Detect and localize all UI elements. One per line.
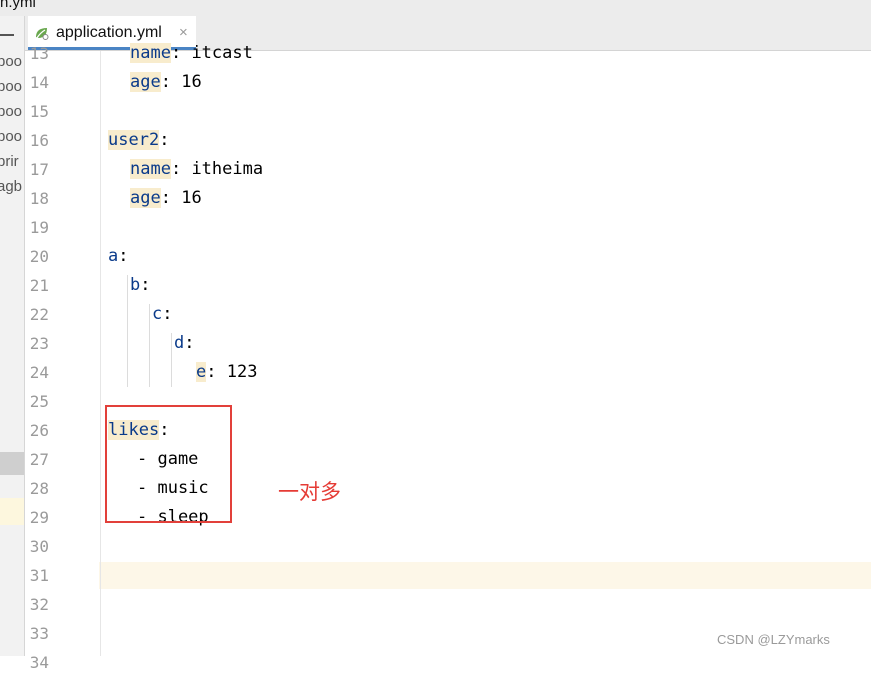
project-item[interactable]: boo <box>0 128 22 145</box>
yaml-line[interactable]: name: itcast <box>130 39 253 68</box>
line-number: 13 <box>29 44 49 63</box>
project-selected-row[interactable] <box>0 452 24 475</box>
line-number: 14 <box>29 73 49 92</box>
yaml-key: age <box>130 188 161 208</box>
line-number: 22 <box>29 305 49 324</box>
line-number: 20 <box>29 247 49 266</box>
line-number: 15 <box>29 102 49 121</box>
line-number: 16 <box>29 131 49 150</box>
yaml-colon: : <box>160 188 171 208</box>
line-number: 18 <box>29 189 49 208</box>
line-number-gutter[interactable]: 13 14 15 16 17 18 19 20 21 22 23 24 25 26 27 28 29 30 31 32… <box>25 44 128 672</box>
code-editor[interactable]: name: itcast age: 16 user2: name: itheima ag… <box>101 43 871 656</box>
line-number: 32 <box>29 595 49 614</box>
yaml-key: b <box>130 275 141 295</box>
yaml-line[interactable]: d: <box>174 329 195 358</box>
current-line-highlight <box>99 562 100 589</box>
window-title-strip: n.yml <box>0 0 871 16</box>
yaml-value: 16 <box>170 72 202 92</box>
yaml-key: user2 <box>108 130 160 150</box>
yaml-line[interactable]: user2: <box>108 126 169 155</box>
yaml-key: e <box>196 362 207 382</box>
line-number: 19 <box>29 218 49 237</box>
yaml-line[interactable]: name: itheima <box>130 155 263 184</box>
line-number: 34 <box>29 653 49 672</box>
indent-guide <box>127 275 128 387</box>
line-number: 26 <box>29 421 49 440</box>
yaml-line[interactable]: c: <box>152 300 173 329</box>
yaml-line[interactable]: e: 123 <box>196 358 257 387</box>
project-item[interactable]: boo <box>0 53 22 70</box>
yaml-key: age <box>130 72 161 92</box>
line-number: 23 <box>29 334 49 353</box>
line-number: 25 <box>29 392 49 411</box>
project-item[interactable]: boo <box>0 103 22 120</box>
project-panel[interactable]: boo boo boo boo prir agb <box>0 16 25 656</box>
project-item[interactable]: prir <box>0 153 19 170</box>
line-number: 28 <box>29 479 49 498</box>
yaml-colon: : <box>160 72 171 92</box>
yaml-key: a <box>108 246 119 266</box>
project-highlight-row <box>0 498 24 525</box>
indent-guide <box>149 304 150 387</box>
yaml-value: 16 <box>170 188 202 208</box>
project-item[interactable]: boo <box>0 78 22 95</box>
project-item[interactable]: agb <box>0 178 22 195</box>
yaml-key: c <box>152 304 163 324</box>
yaml-colon: : <box>118 246 129 266</box>
yaml-line[interactable]: a: <box>108 242 129 271</box>
line-number: 17 <box>29 160 49 179</box>
yaml-colon: : <box>184 333 195 353</box>
highlight-box <box>105 405 232 523</box>
line-number: 31 <box>29 566 49 585</box>
yaml-colon: : <box>140 275 151 295</box>
yaml-colon: : <box>170 43 182 63</box>
line-number: 33 <box>29 624 49 643</box>
yaml-line[interactable]: age: 16 <box>130 184 202 213</box>
yaml-line[interactable]: b: <box>130 271 151 300</box>
yaml-key: d <box>174 333 185 353</box>
yaml-line[interactable]: age: 16 <box>130 68 202 97</box>
yaml-key: name <box>130 159 171 179</box>
line-number: 27 <box>29 450 49 469</box>
collapse-panel-icon[interactable] <box>0 34 14 36</box>
yaml-colon: : <box>206 362 217 382</box>
yaml-colon: : <box>162 304 173 324</box>
indent-guide <box>171 333 172 387</box>
line-number: 29 <box>29 508 49 527</box>
yaml-value: itcast <box>181 43 253 63</box>
line-number: 21 <box>29 276 49 295</box>
yaml-value: 123 <box>216 362 258 382</box>
current-line-highlight <box>101 562 871 589</box>
line-number: 30 <box>29 537 49 556</box>
window-title: n.yml <box>0 0 36 11</box>
annotation-text: 一对多 <box>278 480 341 504</box>
yaml-colon: : <box>159 130 170 150</box>
yaml-value: itheima <box>181 159 264 179</box>
yaml-key: name <box>130 43 171 63</box>
line-number: 24 <box>29 363 49 382</box>
yaml-colon: : <box>170 159 182 179</box>
watermark: CSDN @LZYmarks <box>717 632 830 647</box>
